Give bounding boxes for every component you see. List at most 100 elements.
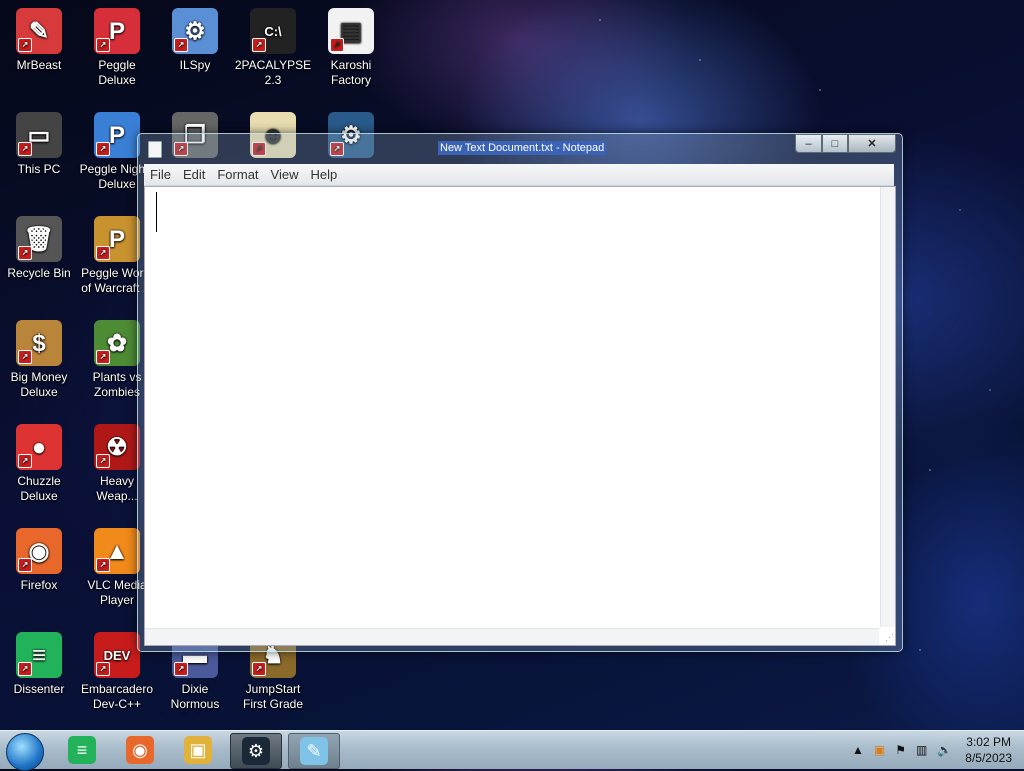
- desktop-icon[interactable]: C:\ ↗ 2PACALYPSE 2.3: [234, 8, 312, 88]
- shortcut-arrow-icon: ↗: [96, 38, 110, 52]
- desktop-icon[interactable]: ≡ ↗ Dissenter: [0, 632, 78, 697]
- firefox-icon: ◉: [126, 736, 154, 764]
- desktop-icon-label: Karoshi Factory: [330, 58, 372, 87]
- desktop-app-icon: 🗑 ↗: [16, 216, 62, 262]
- horizontal-scrollbar[interactable]: [145, 628, 879, 645]
- icon-glyph: P: [108, 17, 125, 45]
- icon-glyph: ☢: [106, 433, 128, 461]
- desktop-icon[interactable]: ⚙ ↗ ILSpy: [156, 8, 234, 73]
- taskbar-notepad-button[interactable]: ✎: [288, 733, 340, 769]
- maximize-button[interactable]: □: [822, 134, 848, 153]
- java-icon[interactable]: ▣: [874, 743, 885, 757]
- start-button[interactable]: [6, 733, 44, 771]
- desktop-icon-label: Dixie Normous Credit Card ...: [158, 682, 233, 714]
- shortcut-arrow-icon: ↗: [96, 558, 110, 572]
- menu-view[interactable]: View: [265, 167, 305, 182]
- icon-glyph: C:\: [264, 23, 282, 39]
- shortcut-arrow-icon: ↗: [18, 662, 32, 676]
- desktop-icon-label: JumpStart First Grade: [242, 682, 303, 711]
- shortcut-arrow-icon: ↗: [18, 38, 32, 52]
- menu-help[interactable]: Help: [304, 167, 343, 182]
- desktop-icon-label: Recycle Bin: [7, 266, 71, 280]
- show-hidden-icons-icon[interactable]: ▲: [852, 743, 864, 757]
- desktop-icon[interactable]: ▭ ↗ This PC: [0, 112, 78, 177]
- desktop-icon[interactable]: $ ↗ Big Money Deluxe: [0, 320, 78, 400]
- shortcut-arrow-icon: ↗: [252, 662, 266, 676]
- desktop-icon-label: Peggle Deluxe: [98, 58, 136, 87]
- icon-glyph: P: [108, 225, 125, 253]
- desktop-app-icon: ≡ ↗: [16, 632, 62, 678]
- text-editor-area[interactable]: ⋰: [144, 186, 896, 646]
- icon-glyph: ⚙: [184, 17, 206, 45]
- dissenter-icon: ≡: [68, 736, 96, 764]
- shortcut-arrow-icon: ↗: [174, 38, 188, 52]
- icon-glyph: ▤: [339, 17, 363, 45]
- menu-format[interactable]: Format: [211, 167, 264, 182]
- clock-date: 8/5/2023: [965, 751, 1012, 765]
- window-title: New Text Document.txt - Notepad: [438, 141, 607, 155]
- icon-glyph: ●: [31, 433, 47, 461]
- desktop-app-icon: ✿ ↗: [94, 320, 140, 366]
- icon-glyph: ▭: [27, 121, 51, 149]
- close-button[interactable]: ✕: [848, 134, 896, 153]
- desktop-icon[interactable]: P ↗ Peggle Deluxe: [78, 8, 156, 88]
- minimize-button[interactable]: –: [795, 134, 822, 153]
- steam-icon: ⚙: [242, 737, 270, 765]
- system-tray: ▲ ▣ ⚑ ▥ 🔊 3:02 PM 8/5/2023: [847, 731, 1018, 769]
- desktop-app-icon: ⚙ ↗: [172, 8, 218, 54]
- shortcut-arrow-icon: ↗: [18, 454, 32, 468]
- shortcut-arrow-icon: ↗: [96, 662, 110, 676]
- resize-grip-icon[interactable]: ⋰: [882, 631, 894, 644]
- desktop-app-icon: ● ↗: [16, 424, 62, 470]
- desktop-app-icon: ▲ ↗: [94, 528, 140, 574]
- clock[interactable]: 3:02 PM 8/5/2023: [965, 734, 1012, 766]
- text-caret: [156, 192, 157, 232]
- desktop-icon-label: Embarcadero Dev-C++: [80, 682, 154, 711]
- shortcut-arrow-icon: ↗: [96, 246, 110, 260]
- desktop-icon[interactable]: ▤ ↗ Karoshi Factory: [312, 8, 390, 88]
- desktop-icon-label: 2PACALYPSE 2.3: [234, 58, 312, 87]
- desktop-app-icon: $ ↗: [16, 320, 62, 366]
- icon-glyph: ✎: [28, 17, 50, 45]
- desktop-app-icon: ✎ ↗: [16, 8, 62, 54]
- desktop-icon-label: Dissenter: [13, 682, 65, 696]
- menu-edit[interactable]: Edit: [177, 167, 211, 182]
- desktop-icon[interactable]: ✎ ↗ MrBeast: [0, 8, 78, 73]
- desktop-icon-label: MrBeast: [16, 58, 62, 72]
- taskbar-steam-button[interactable]: ⚙: [230, 733, 282, 769]
- desktop-icon[interactable]: 🗑 ↗ Recycle Bin: [0, 216, 78, 281]
- taskbar-dissenter-button[interactable]: ≡: [57, 733, 107, 767]
- desktop-app-icon: ◉ ↗: [16, 528, 62, 574]
- desktop-app-icon: ▤ ↗: [328, 8, 374, 54]
- desktop-icon[interactable]: ● ↗ Chuzzle Deluxe: [0, 424, 78, 504]
- icon-glyph: 🗑: [23, 225, 55, 253]
- volume-icon[interactable]: 🔊: [937, 743, 952, 757]
- desktop-icon-label: This PC: [17, 162, 61, 176]
- shortcut-arrow-icon: ↗: [252, 38, 266, 52]
- desktop-app-icon: C:\ ↗: [250, 8, 296, 54]
- shortcut-arrow-icon: ↗: [18, 558, 32, 572]
- icon-glyph: ≡: [31, 641, 46, 669]
- notepad-app-icon[interactable]: [148, 141, 162, 158]
- notepad-icon: ✎: [300, 737, 328, 765]
- desktop-app-icon: ▭ ↗: [16, 112, 62, 158]
- taskbar: ≡ ◉ ▣ ⚙ ✎ ▲ ▣ ⚑ ▥ 🔊 3:02 PM 8/5/2023: [0, 730, 1024, 771]
- icon-glyph: DEV: [103, 647, 131, 663]
- network-icon[interactable]: ▥: [916, 743, 927, 757]
- action-center-flag-icon[interactable]: ⚑: [895, 743, 906, 757]
- taskbar-file-explorer-button[interactable]: ▣: [173, 733, 223, 767]
- shortcut-arrow-icon: ↗: [96, 142, 110, 156]
- taskbar-firefox-button[interactable]: ◉: [115, 733, 165, 767]
- shortcut-arrow-icon: ↗: [18, 142, 32, 156]
- shortcut-arrow-icon: ↗: [174, 662, 188, 676]
- desktop-icon-label: Big Money Deluxe: [10, 370, 68, 399]
- shortcut-arrow-icon: ↗: [330, 38, 344, 52]
- shortcut-arrow-icon: ↗: [96, 350, 110, 364]
- vertical-scrollbar[interactable]: [880, 187, 895, 627]
- desktop-icon-label: Firefox: [20, 578, 58, 592]
- desktop-icon[interactable]: ◉ ↗ Firefox: [0, 528, 78, 593]
- notepad-window[interactable]: New Text Document.txt - Notepad – □ ✕ Fi…: [137, 133, 903, 652]
- menu-bar: File Edit Format View Help: [144, 164, 894, 186]
- menu-file[interactable]: File: [144, 167, 177, 182]
- icon-glyph: ◉: [28, 537, 50, 565]
